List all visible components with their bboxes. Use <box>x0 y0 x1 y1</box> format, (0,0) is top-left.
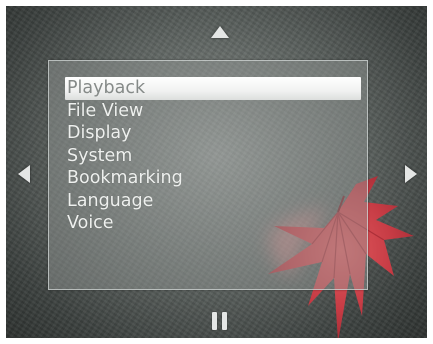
menu-item-language[interactable]: Language <box>65 190 361 213</box>
settings-menu-panel: Playback File View Display System Bookmarkin… <box>48 60 368 290</box>
menu-item-voice[interactable]: Voice <box>65 212 361 235</box>
menu-item-display[interactable]: Display <box>65 122 361 145</box>
menu-item-system[interactable]: System <box>65 145 361 168</box>
menu-item-file-view[interactable]: File View <box>65 100 361 123</box>
device-screen: Playback File View Display System Bookmarkin… <box>6 6 427 338</box>
up-arrow-icon[interactable] <box>211 26 229 38</box>
menu-list: Playback File View Display System Bookmarkin… <box>65 77 361 235</box>
pause-bar-left <box>212 312 217 330</box>
menu-item-bookmarking[interactable]: Bookmarking <box>65 167 361 190</box>
right-arrow-icon[interactable] <box>405 165 417 183</box>
menu-item-playback[interactable]: Playback <box>65 77 361 100</box>
pause-bar-right <box>222 312 227 330</box>
left-arrow-icon[interactable] <box>18 165 30 183</box>
pause-icon[interactable] <box>212 312 228 330</box>
